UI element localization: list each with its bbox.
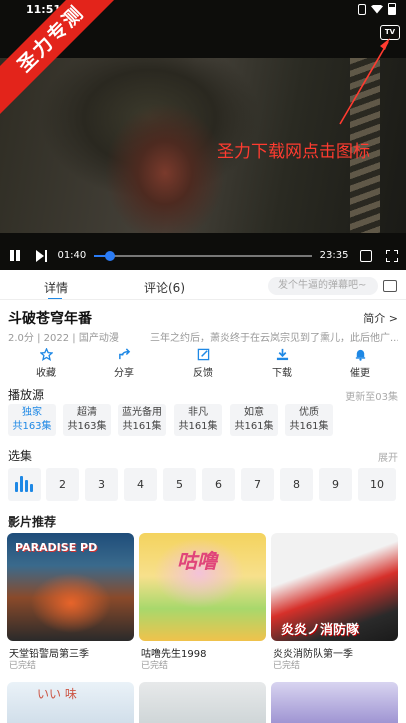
danmu-input[interactable]: 发个牛逼的弹幕吧~ bbox=[268, 277, 378, 295]
tab-bar: 详情 评论(6) 发个牛逼的弹幕吧~ bbox=[0, 272, 406, 300]
poster-card[interactable] bbox=[271, 682, 398, 723]
tab-detail[interactable]: 详情 bbox=[44, 279, 68, 300]
episodes-title: 选集 bbox=[8, 449, 33, 463]
danmu-settings-icon[interactable] bbox=[383, 280, 397, 292]
source-item[interactable]: 优质 共161集 bbox=[285, 404, 333, 436]
total-time: 23:35 bbox=[319, 250, 349, 261]
urge-update-label: 催更 bbox=[350, 368, 370, 379]
source-item[interactable]: 蓝光备用 共161集 bbox=[118, 404, 166, 436]
source-count: 共163集 bbox=[12, 421, 52, 432]
source-name: 如意 bbox=[244, 407, 264, 418]
episode-button[interactable]: 10 bbox=[358, 468, 396, 501]
status-icons bbox=[358, 3, 396, 15]
equalizer-icon bbox=[30, 484, 33, 492]
rotate-icon[interactable] bbox=[360, 249, 373, 262]
source-count: 共163集 bbox=[67, 421, 107, 432]
episode-button[interactable]: 2 bbox=[46, 468, 79, 501]
poster-title-art: いい 味 bbox=[37, 687, 77, 701]
action-bar: 收藏 分享 反馈 下载 催更 bbox=[0, 348, 406, 382]
show-year: 2022 bbox=[43, 333, 70, 344]
urge-update-button[interactable]: 催更 bbox=[330, 348, 390, 379]
show-title: 斗破苍穹年番 bbox=[8, 311, 92, 327]
download-label: 下载 bbox=[272, 368, 292, 379]
sources-title: 播放源 bbox=[8, 388, 45, 402]
episode-button[interactable]: 6 bbox=[202, 468, 235, 501]
next-episode-icon[interactable] bbox=[35, 249, 48, 262]
recommend-title: 影片推荐 bbox=[8, 515, 57, 529]
download-button[interactable]: 下载 bbox=[252, 348, 312, 379]
progress-knob[interactable] bbox=[104, 250, 115, 261]
equalizer-icon bbox=[20, 476, 23, 492]
screen: 11:51 TV 圣力下载网点击图标 01:40 23:35 圣力专测 详情 评… bbox=[0, 0, 406, 723]
player-controls: 01:40 23:35 bbox=[0, 243, 406, 268]
poster-title-art: PARADISE PD bbox=[15, 541, 98, 554]
favorite-label: 收藏 bbox=[36, 368, 56, 379]
poster-card[interactable] bbox=[139, 682, 266, 723]
equalizer-icon bbox=[25, 480, 28, 492]
source-name: 优质 bbox=[299, 407, 319, 418]
fullscreen-icon[interactable] bbox=[386, 249, 398, 262]
poster-status: 已完结 bbox=[273, 661, 301, 671]
intro-link[interactable]: 简介 > bbox=[363, 310, 398, 326]
source-name: 非凡 bbox=[188, 407, 208, 418]
star-icon bbox=[39, 348, 53, 361]
poster-card[interactable]: 炎炎ノ消防隊 bbox=[271, 533, 398, 641]
edit-icon bbox=[197, 348, 209, 361]
episode-button[interactable]: 3 bbox=[85, 468, 118, 501]
show-category: 国产动漫 bbox=[78, 333, 119, 344]
share-icon bbox=[118, 348, 130, 360]
equalizer-icon bbox=[15, 482, 18, 492]
episode-button[interactable]: 4 bbox=[124, 468, 157, 501]
download-icon bbox=[276, 348, 288, 361]
feedback-label: 反馈 bbox=[193, 368, 213, 379]
feedback-button[interactable]: 反馈 bbox=[173, 348, 233, 379]
poster-status: 已完结 bbox=[9, 661, 37, 671]
source-item[interactable]: 如意 共161集 bbox=[230, 404, 278, 436]
bell-icon bbox=[355, 349, 365, 361]
pause-icon[interactable] bbox=[8, 249, 22, 263]
share-button[interactable]: 分享 bbox=[94, 348, 154, 379]
source-count: 共161集 bbox=[122, 421, 162, 432]
source-count: 共161集 bbox=[289, 421, 329, 432]
poster-card[interactable]: いい 味 bbox=[7, 682, 134, 723]
source-item[interactable]: 非凡 共161集 bbox=[174, 404, 222, 436]
episodes-expand[interactable]: 展开 bbox=[378, 449, 398, 464]
show-description: 三年之约后，萧炎终于在云岚宗见到了熏儿，此后他广... bbox=[150, 333, 398, 344]
divider bbox=[0, 299, 406, 300]
source-item[interactable]: 超清 共163集 bbox=[63, 404, 111, 436]
episode-button[interactable]: 7 bbox=[241, 468, 274, 501]
now-playing-episode[interactable] bbox=[8, 468, 41, 501]
source-name: 超清 bbox=[77, 407, 97, 418]
sources-update-note: 更新至03集 bbox=[345, 392, 398, 403]
favorite-button[interactable]: 收藏 bbox=[16, 348, 76, 379]
poster-card[interactable]: PARADISE PD bbox=[7, 533, 134, 641]
source-name: 独家 bbox=[22, 407, 42, 418]
poster-status: 已完结 bbox=[141, 661, 169, 671]
source-item[interactable]: 独家 共163集 bbox=[8, 404, 56, 436]
show-score: 2.0分 bbox=[8, 333, 34, 344]
current-time: 01:40 bbox=[57, 250, 87, 261]
wifi-icon bbox=[371, 4, 383, 14]
vibrate-icon bbox=[358, 3, 366, 15]
source-count: 共161集 bbox=[234, 421, 274, 432]
arrow-icon bbox=[339, 38, 390, 125]
hint-text: 圣力下载网点击图标 bbox=[217, 142, 370, 162]
episode-button[interactable]: 5 bbox=[163, 468, 196, 501]
poster-title-art: 咕噜 bbox=[177, 549, 217, 573]
battery-icon bbox=[388, 3, 396, 15]
poster-card[interactable]: 咕噜 bbox=[139, 533, 266, 641]
tab-comment[interactable]: 评论(6) bbox=[144, 279, 185, 296]
share-label: 分享 bbox=[114, 368, 134, 379]
episode-button[interactable]: 9 bbox=[319, 468, 352, 501]
source-name: 蓝光备用 bbox=[122, 407, 162, 418]
progress-bar[interactable] bbox=[94, 250, 312, 261]
source-count: 共161集 bbox=[178, 421, 218, 432]
poster-title-art: 炎炎ノ消防隊 bbox=[281, 623, 360, 638]
episode-button[interactable]: 8 bbox=[280, 468, 313, 501]
show-meta: 2.0分 | 2022 | 国产动漫 bbox=[8, 333, 119, 344]
